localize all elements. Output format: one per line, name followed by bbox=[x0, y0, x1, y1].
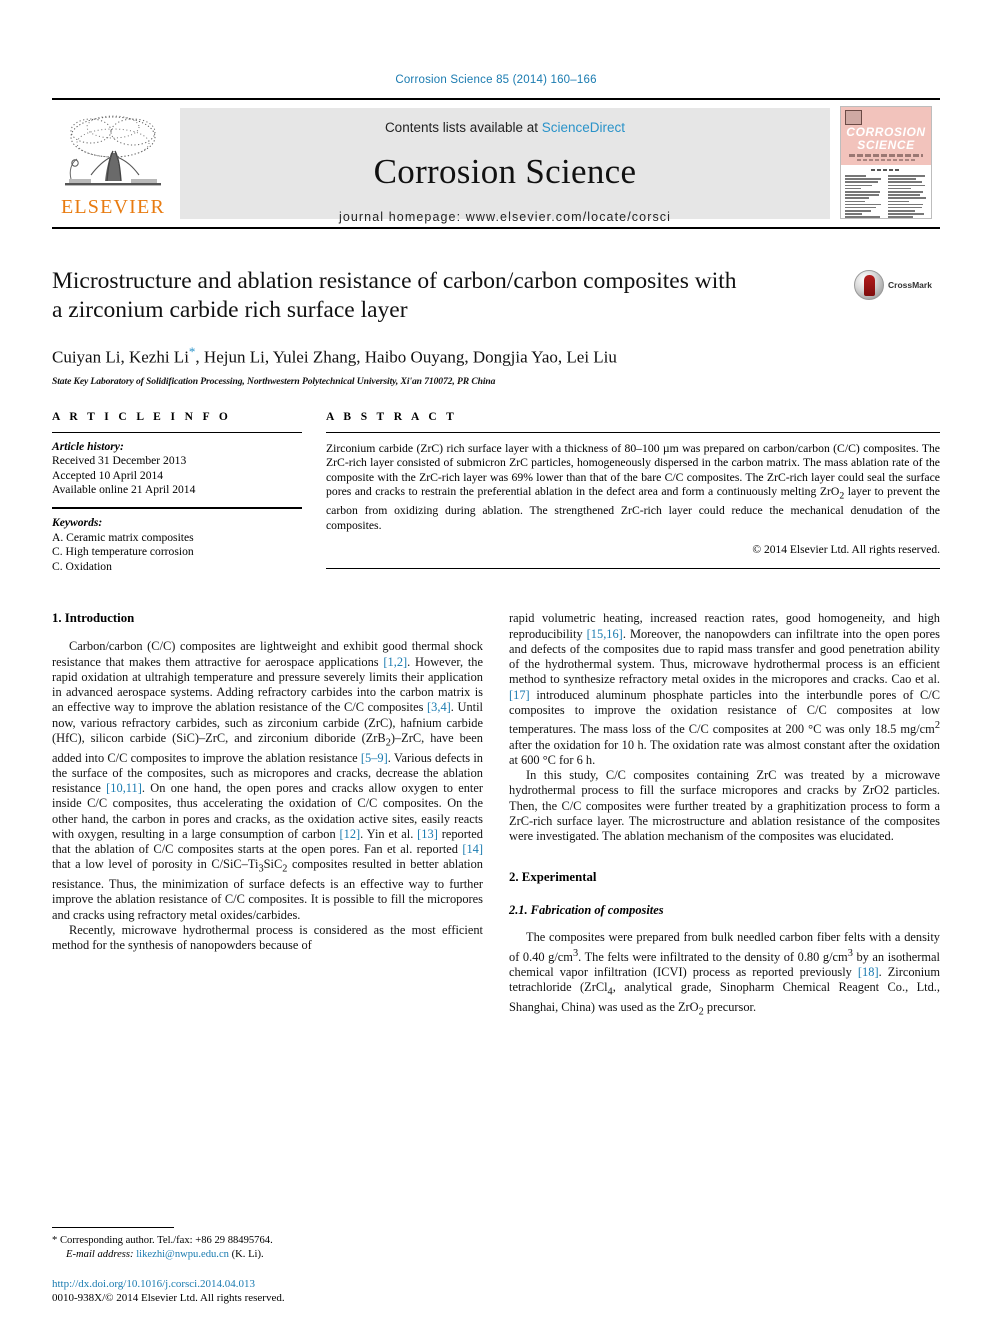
page-footer: http://dx.doi.org/10.1016/j.corsci.2014.… bbox=[52, 1277, 512, 1305]
authors-before-marker: Cuiyan Li, Kezhi Li bbox=[52, 347, 189, 367]
cover-col-left bbox=[845, 175, 884, 218]
article-info-heading: A R T I C L E I N F O bbox=[52, 410, 232, 423]
journal-title: Corrosion Science bbox=[373, 152, 637, 191]
running-head: Corrosion Science 85 (2014) 160–166 bbox=[395, 74, 597, 86]
citation-ref[interactable]: [14] bbox=[462, 842, 483, 856]
title-block: Microstructure and ablation resistance o… bbox=[52, 267, 940, 387]
journal-masthead: ELSEVIER Contents lists available at Sci… bbox=[52, 98, 940, 229]
contents-prefix: Contents lists available at bbox=[384, 120, 542, 135]
keywords-block: Keywords: A. Ceramic matrix composites C… bbox=[52, 509, 302, 583]
citation-ref[interactable]: [5–9] bbox=[361, 751, 388, 765]
citation-ref[interactable]: [1,2] bbox=[383, 655, 407, 669]
contents-available-line: Contents lists available at ScienceDirec… bbox=[385, 120, 625, 135]
info-abstract-row: A R T I C L E I N F O Article history: R… bbox=[52, 411, 940, 584]
section-heading-experimental: 2. Experimental bbox=[509, 870, 597, 885]
body-column-left: 1. Introduction Carbon/carbon (C/C) comp… bbox=[52, 611, 483, 1019]
cover-col-right bbox=[888, 175, 927, 218]
fabrication-paragraph-1: The composites were prepared from bulk n… bbox=[509, 930, 941, 1018]
citation-ref[interactable]: [12] bbox=[340, 827, 361, 841]
footnote-marker: * bbox=[52, 1235, 58, 1247]
citation-ref[interactable]: [18] bbox=[858, 965, 879, 979]
journal-homepage[interactable]: journal homepage: www.elsevier.com/locat… bbox=[339, 210, 671, 224]
elsevier-tree-icon bbox=[65, 115, 161, 185]
intro-paragraph-2: Recently, microwave hydrothermal process… bbox=[52, 922, 483, 953]
subsection-heading-fabrication: 2.1. Fabrication of composites bbox=[509, 903, 664, 918]
issn-copyright-line: 0010-938X/© 2014 Elsevier Ltd. All right… bbox=[52, 1292, 285, 1304]
affiliation: State Key Laboratory of Solidification P… bbox=[52, 375, 496, 387]
received-date: Received 31 December 2013 bbox=[52, 454, 187, 468]
abstract-text: Zirconium carbide (ZrC) rich surface lay… bbox=[326, 441, 940, 532]
footnote-rule bbox=[52, 1227, 174, 1229]
authors-after-marker: , Hejun Li, Yulei Zhang, Haibo Ouyang, D… bbox=[195, 347, 617, 367]
available-online-date: Available online 21 April 2014 bbox=[52, 483, 196, 497]
abstract-column: A B S T R A C T Zirconium carbide (ZrC) … bbox=[326, 411, 940, 584]
article-history-label: Article history: bbox=[52, 439, 124, 453]
cover-contents-columns bbox=[845, 175, 927, 218]
masthead-center: Contents lists available at ScienceDirec… bbox=[180, 108, 830, 224]
intro-paragraph-1: Carbon/carbon (C/C) composites are light… bbox=[52, 639, 483, 922]
crossmark-icon bbox=[854, 270, 884, 300]
cover-contents-heading bbox=[871, 169, 901, 171]
right-paragraph-2: In this study, C/C composites containing… bbox=[509, 768, 940, 844]
elsevier-wordmark: ELSEVIER bbox=[60, 195, 166, 218]
abstract-copyright: © 2014 Elsevier Ltd. All rights reserved… bbox=[752, 543, 940, 556]
journal-cover-thumbnail: CORROSION SCIENCE bbox=[836, 100, 940, 227]
cover-header: CORROSION SCIENCE bbox=[841, 107, 931, 165]
right-paragraph-1: rapid volumetric heating, increased reac… bbox=[509, 611, 941, 767]
footnote-corresponding-text: Corresponding author. Tel./fax: +86 29 8… bbox=[59, 1235, 273, 1247]
elsevier-logo: ELSEVIER bbox=[52, 100, 174, 227]
keyword-item: C. High temperature corrosion bbox=[52, 545, 194, 559]
citation-ref[interactable]: [17] bbox=[509, 688, 530, 702]
article-page: Corrosion Science 85 (2014) 160–166 ELSE… bbox=[0, 0, 992, 1323]
abstract-heading: A B S T R A C T bbox=[326, 410, 458, 423]
email-owner: (K. Li). bbox=[231, 1248, 264, 1260]
citation-ref[interactable]: [13] bbox=[417, 827, 438, 841]
crossmark-badge-group[interactable]: CrossMark bbox=[854, 269, 940, 301]
corresponding-author-footnote: * Corresponding author. Tel./fax: +86 29… bbox=[52, 1227, 483, 1261]
cover-subline-1 bbox=[849, 154, 923, 157]
email-address-label: E-mail address: bbox=[66, 1248, 134, 1260]
keyword-item: A. Ceramic matrix composites bbox=[52, 530, 194, 544]
body-column-right: rapid volumetric heating, increased reac… bbox=[509, 611, 940, 1019]
cover-title-line2: SCIENCE bbox=[857, 138, 915, 152]
cover-stamp-icon bbox=[845, 110, 862, 125]
cover-contents-area bbox=[841, 165, 931, 218]
citation-ref[interactable]: [15,16] bbox=[587, 627, 623, 641]
citation-ref[interactable]: [3,4] bbox=[427, 700, 451, 714]
footnote-corresponding-line: * Corresponding author. Tel./fax: +86 29… bbox=[52, 1234, 483, 1247]
body-columns: 1. Introduction Carbon/carbon (C/C) comp… bbox=[52, 611, 940, 1019]
keywords-label: Keywords: bbox=[52, 516, 103, 530]
footnote-email-line: E-mail address: likezhi@nwpu.edu.cn (K. … bbox=[52, 1248, 483, 1261]
keyword-item: C. Oxidation bbox=[52, 559, 112, 573]
crossmark-label: CrossMark bbox=[888, 280, 932, 290]
cover-image: CORROSION SCIENCE bbox=[840, 106, 932, 219]
article-info-column: A R T I C L E I N F O Article history: R… bbox=[52, 411, 302, 584]
section-heading-introduction: 1. Introduction bbox=[52, 611, 135, 626]
citation-ref[interactable]: [10,11] bbox=[106, 781, 142, 795]
cover-title-line1: CORROSION bbox=[846, 125, 926, 139]
author-list: Cuiyan Li, Kezhi Li*, Hejun Li, Yulei Zh… bbox=[52, 344, 940, 368]
cover-subline-2 bbox=[857, 159, 915, 161]
email-link[interactable]: likezhi@nwpu.edu.cn bbox=[136, 1249, 229, 1260]
page-title: Microstructure and ablation resistance o… bbox=[52, 268, 737, 323]
article-history-block: Article history: Received 31 December 20… bbox=[52, 433, 302, 507]
doi-link[interactable]: http://dx.doi.org/10.1016/j.corsci.2014.… bbox=[52, 1277, 512, 1291]
abstract-rule-bottom bbox=[326, 567, 940, 569]
accepted-date: Accepted 10 April 2014 bbox=[52, 468, 164, 482]
sciencedirect-link[interactable]: ScienceDirect bbox=[542, 120, 625, 135]
